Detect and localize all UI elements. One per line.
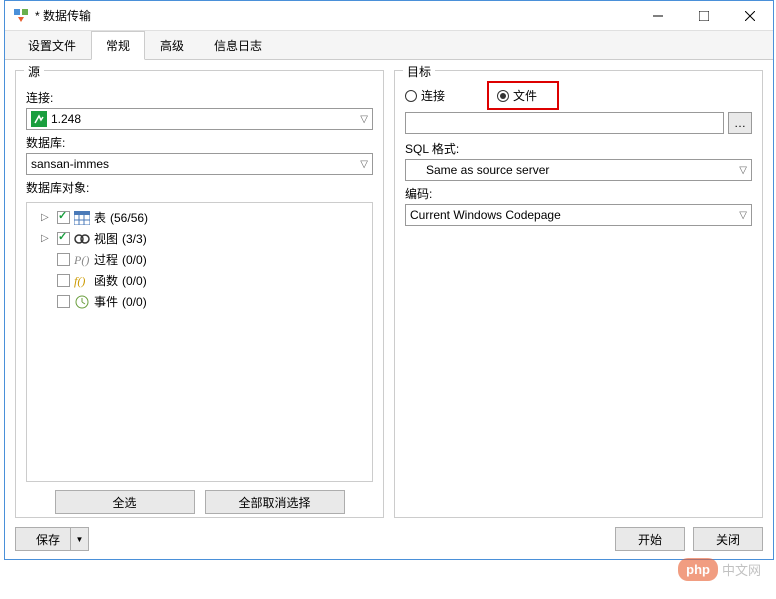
dropdown-icon[interactable]: ▼ — [70, 528, 88, 550]
save-button[interactable]: 保存 ▼ — [15, 527, 89, 551]
expand-icon[interactable]: ▷ — [41, 233, 53, 244]
event-icon — [74, 295, 90, 309]
minimize-button[interactable] — [635, 1, 681, 31]
checkbox[interactable] — [57, 274, 70, 287]
start-button[interactable]: 开始 — [615, 527, 685, 551]
procedure-icon: P() — [74, 253, 90, 267]
tree-item-tables: ▷ 表 (56/56) — [31, 207, 368, 228]
objects-tree: ▷ 表 (56/56) ▷ 视图 (3/3) ▷ P() — [26, 202, 373, 482]
source-group: 源 连接: 1.248 ▽ 数据库: sansan-immes ▽ 数据库对象:… — [15, 70, 384, 518]
tabs: 设置文件 常规 高级 信息日志 — [5, 31, 773, 60]
tree-item-procedures: ▷ P() 过程 (0/0) — [31, 249, 368, 270]
source-group-title: 源 — [24, 63, 44, 80]
checkbox[interactable] — [57, 232, 70, 245]
chevron-down-icon: ▽ — [360, 159, 368, 170]
browse-button[interactable]: … — [728, 112, 752, 134]
radio-icon — [497, 90, 509, 102]
close-button[interactable] — [727, 1, 773, 31]
connection-icon — [31, 111, 47, 127]
tab-general[interactable]: 常规 — [91, 31, 145, 60]
window-title: * 数据传输 — [35, 7, 91, 24]
sql-format-label: SQL 格式: — [405, 140, 752, 157]
function-icon: f() — [74, 274, 90, 288]
chevron-down-icon: ▽ — [360, 114, 368, 125]
database-label: 数据库: — [26, 134, 373, 151]
connection-label: 连接: — [26, 89, 373, 106]
view-icon — [74, 232, 90, 246]
watermark: php 中文网 — [678, 558, 761, 581]
app-icon — [13, 8, 29, 24]
target-group: 目标 连接 文件 … SQL 格式: Same as source server… — [394, 70, 763, 518]
maximize-button[interactable] — [681, 1, 727, 31]
encoding-select[interactable]: Current Windows Codepage ▽ — [405, 204, 752, 226]
file-path-input[interactable] — [405, 112, 724, 134]
select-all-button[interactable]: 全选 — [55, 490, 195, 514]
objects-label: 数据库对象: — [26, 179, 373, 196]
radio-connection[interactable]: 连接 — [405, 87, 445, 104]
footer: 保存 ▼ 开始 关闭 — [15, 527, 763, 551]
close-button-footer[interactable]: 关闭 — [693, 527, 763, 551]
tree-item-functions: ▷ f() 函数 (0/0) — [31, 270, 368, 291]
expand-icon[interactable]: ▷ — [41, 212, 53, 223]
tree-item-events: ▷ 事件 (0/0) — [31, 291, 368, 312]
deselect-all-button[interactable]: 全部取消选择 — [205, 490, 345, 514]
tab-advanced[interactable]: 高级 — [145, 31, 199, 60]
chevron-down-icon: ▽ — [739, 165, 747, 176]
database-select[interactable]: sansan-immes ▽ — [26, 153, 373, 175]
radio-file[interactable]: 文件 — [487, 81, 559, 110]
checkbox[interactable] — [57, 211, 70, 224]
titlebar: * 数据传输 — [5, 1, 773, 31]
tab-settings-file[interactable]: 设置文件 — [13, 31, 91, 60]
checkbox[interactable] — [57, 295, 70, 308]
target-group-title: 目标 — [403, 63, 435, 80]
tab-info-log[interactable]: 信息日志 — [199, 31, 277, 60]
dialog-window: * 数据传输 设置文件 常规 高级 信息日志 源 连接: 1.248 ▽ 数据库… — [4, 0, 774, 560]
sql-format-select[interactable]: Same as source server ▽ — [405, 159, 752, 181]
chevron-down-icon: ▽ — [739, 210, 747, 221]
tree-item-views: ▷ 视图 (3/3) — [31, 228, 368, 249]
connection-select[interactable]: 1.248 ▽ — [26, 108, 373, 130]
encoding-label: 编码: — [405, 185, 752, 202]
checkbox[interactable] — [57, 253, 70, 266]
table-icon — [74, 211, 90, 225]
radio-icon — [405, 90, 417, 102]
